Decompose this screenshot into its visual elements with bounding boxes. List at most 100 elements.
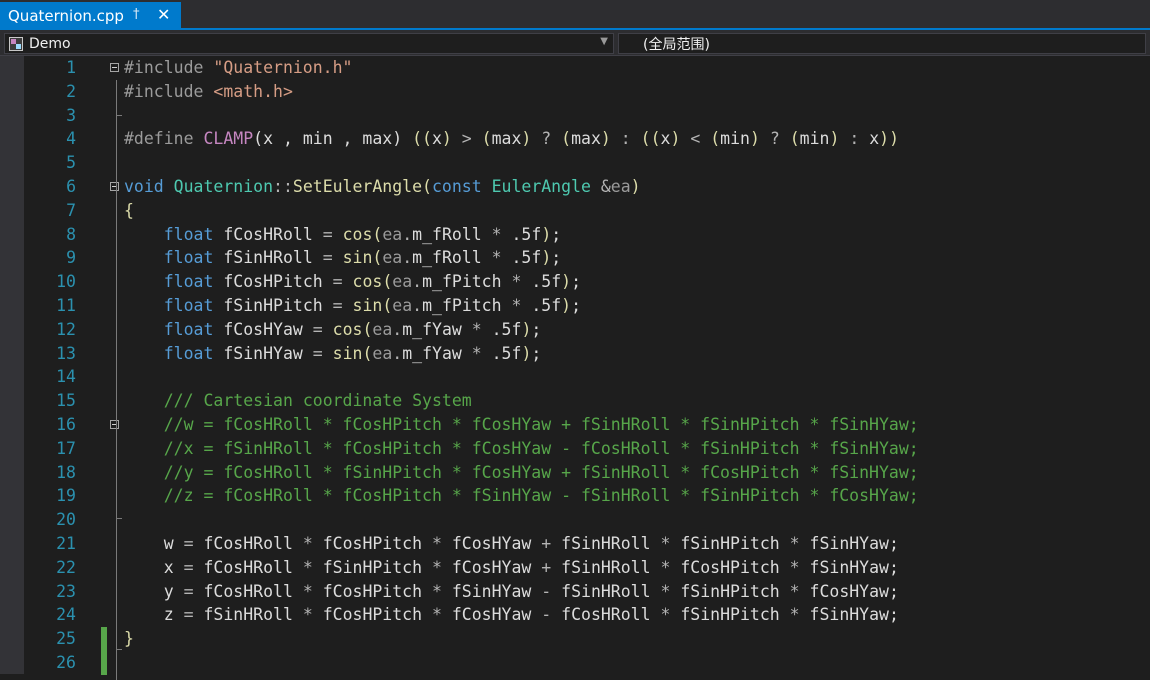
code-line[interactable]: 3 [0, 104, 1150, 128]
code-line[interactable]: 26 [0, 651, 1150, 675]
collapse-icon[interactable] [110, 63, 119, 72]
code-token: fCosHYaw [223, 319, 313, 339]
code-token: float [163, 296, 224, 315]
code-token: * [660, 534, 681, 553]
pin-icon[interactable]: † [133, 7, 140, 22]
code-line[interactable]: 7{ [0, 199, 1150, 223]
collapse-icon[interactable] [110, 182, 119, 191]
code-line[interactable]: 15 /// Cartesian coordinate System [0, 389, 1150, 413]
code-token: * [789, 534, 810, 553]
code-editor[interactable]: 1 #include "Quaternion.h" 2 #include <math.… [0, 56, 1150, 680]
code-line[interactable]: 10 float fCosHPitch = cos(ea.m_fPitch * … [0, 270, 1150, 294]
code-token: ) [561, 296, 572, 315]
line-number: 20 [56, 510, 76, 530]
code-token: max [571, 129, 601, 149]
code-text: float fSinHRoll = sin(ea.m_fRoll * .5f); [124, 246, 561, 270]
code-token: ) [541, 224, 552, 244]
code-token: ea [392, 272, 413, 292]
code-token: * [789, 581, 810, 601]
code-token: = [322, 248, 343, 268]
line-number: 26 [56, 653, 76, 672]
code-token: fCosHRoll [203, 534, 303, 553]
code-line[interactable]: 12 float fCosHYaw = cos(ea.m_fYaw * .5f)… [0, 318, 1150, 342]
code-line[interactable]: 16 //w = fCosHRoll * fCosHPitch * fCosHY… [0, 413, 1150, 437]
code-line[interactable]: 13 float fSinHYaw = sin(ea.m_fYaw * .5f)… [0, 342, 1150, 366]
code-token: fCosHYaw; [809, 581, 899, 601]
code-token: (( [412, 129, 432, 149]
change-indicator [101, 627, 107, 652]
code-token: ) [829, 129, 840, 149]
code-token: fSinHYaw; [809, 534, 899, 553]
collapse-icon[interactable] [110, 420, 119, 429]
code-token: ) [541, 248, 552, 268]
code-line[interactable]: 21 w = fCosHRoll * fCosHPitch * fCosHYaw… [0, 532, 1150, 556]
code-token: ) [600, 129, 611, 149]
code-line[interactable]: 19 //z = fCosHRoll * fCosHPitch * fSinHY… [0, 484, 1150, 508]
code-token: = [332, 272, 353, 292]
code-token: ) [630, 177, 641, 196]
code-line[interactable]: 11 float fSinHPitch = sin(ea.m_fPitch * … [0, 294, 1150, 318]
code-token: * [491, 248, 512, 268]
code-token: ? [759, 129, 790, 149]
code-token: .5f [491, 319, 522, 339]
project-icon [9, 36, 23, 51]
line-number: 22 [56, 557, 76, 577]
code-line[interactable]: 4 #define CLAMP(x , min , max) ((x) > (ma… [0, 127, 1150, 151]
line-number: 4 [66, 129, 76, 149]
code-line[interactable]: 9 float fSinHRoll = sin(ea.m_fRoll * .5f… [0, 246, 1150, 270]
code-token: <math.h> [213, 81, 293, 101]
code-token: = [183, 557, 204, 577]
code-token: ( [789, 129, 800, 149]
code-token: fSinHRoll [561, 557, 661, 577]
code-token: ( [362, 343, 373, 363]
code-text: //w = fCosHRoll * fCosHPitch * fCosHYaw … [124, 413, 919, 437]
code-line[interactable]: 14 [0, 365, 1150, 389]
code-text: #define CLAMP(x , min , max) ((x) > (max… [124, 127, 899, 151]
code-token: * [491, 224, 512, 244]
code-token: fSinHRoll [561, 534, 661, 553]
chevron-down-icon[interactable]: ▼ [600, 36, 608, 47]
line-number: 15 [56, 391, 76, 411]
scope-dropdown[interactable]: (全局范围) [618, 33, 1146, 54]
code-token: )) [879, 129, 900, 149]
code-token: fSinHPitch [223, 296, 333, 315]
code-token: //x = fSinHRoll * fCosHPitch * fCosHYaw … [163, 438, 919, 458]
code-line[interactable]: 5 [0, 151, 1150, 175]
code-token: fCosHRoll [203, 557, 303, 577]
tab-quaternion-cpp[interactable]: Quaternion.cpp † ✕ [0, 2, 181, 30]
code-token: ea [382, 224, 403, 244]
code-token: fSinHRoll [203, 605, 303, 625]
line-number: 13 [56, 343, 76, 363]
code-token: ; [571, 272, 582, 292]
code-line[interactable]: 1 #include "Quaternion.h" [0, 56, 1150, 80]
code-token: fSinHYaw [451, 581, 542, 601]
line-number: 17 [56, 438, 76, 458]
code-token: fCosHPitch [322, 534, 432, 553]
code-token: z [124, 605, 184, 625]
code-line[interactable]: 6 void Quaternion::SetEulerAngle(const Eu… [0, 175, 1150, 199]
code-line[interactable]: 17 //x = fSinHRoll * fCosHPitch * fCosHY… [0, 437, 1150, 461]
line-number: 12 [56, 319, 76, 339]
code-line[interactable]: 23 y = fCosHRoll * fCosHPitch * fSinHYaw… [0, 580, 1150, 604]
code-line[interactable]: 25} [0, 627, 1150, 652]
code-line[interactable]: 18 //y = fCosHRoll * fSinHPitch * fCosHY… [0, 461, 1150, 485]
code-token: * [789, 605, 810, 625]
code-line[interactable]: 20 [0, 508, 1150, 532]
close-icon[interactable]: ✕ [157, 5, 170, 24]
code-token: w [124, 534, 184, 553]
project-dropdown[interactable]: Demo ▼ [4, 33, 614, 54]
code-line[interactable]: 22 x = fCosHRoll * fSinHPitch * fCosHYaw… [0, 556, 1150, 580]
code-token: fCosHPitch [223, 272, 333, 292]
code-token: sin [332, 343, 363, 363]
code-text: /// Cartesian coordinate System [124, 389, 472, 413]
code-line[interactable]: 2 #include <math.h> [0, 80, 1150, 104]
code-line[interactable]: 8 float fCosHRoll = cos(ea.m_fRoll * .5f… [0, 223, 1150, 247]
line-number: 23 [56, 581, 76, 601]
code-token: //z = fCosHRoll * fCosHPitch * fSinHYaw … [163, 486, 919, 506]
tab-title: Quaternion.cpp [8, 7, 124, 25]
code-token: * [431, 557, 452, 577]
code-token: = [183, 581, 204, 601]
code-token: m_fYaw [402, 343, 472, 363]
code-line[interactable]: 24 z = fSinHRoll * fCosHPitch * fCosHYaw… [0, 603, 1150, 627]
